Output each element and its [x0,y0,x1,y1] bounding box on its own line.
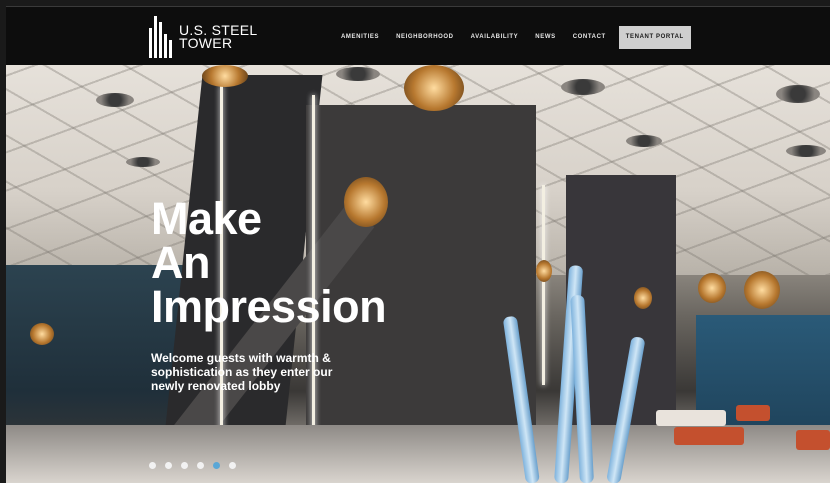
lounge-sofa [674,427,744,445]
site-header: U.S. STEEL TOWER AMENITIES NEIGHBORHOOD … [6,6,830,65]
pendant-lamp [30,323,54,345]
ceiling-fixture [776,85,820,103]
nav-availability[interactable]: AVAILABILITY [471,34,519,40]
pendant-lamp [202,65,248,87]
steel-beams-logo-icon [149,16,173,58]
pendant-lamp [404,65,464,111]
slider-dot-6[interactable] [229,462,236,469]
site-logo[interactable]: U.S. STEEL TOWER [149,16,257,58]
light-strip [542,185,545,385]
slider-dot-3[interactable] [181,462,188,469]
lounge-sofa [656,410,726,426]
ceiling-fixture [626,135,662,147]
ceiling-fixture [786,145,826,157]
ceiling-fixture [336,67,380,81]
slider-dot-4[interactable] [197,462,204,469]
ceiling-fixture [126,157,160,167]
logo-line-2: TOWER [179,35,233,51]
nav-amenities[interactable]: AMENITIES [341,34,379,40]
pendant-lamp [536,260,552,282]
slider-dot-1[interactable] [149,462,156,469]
headline-line-3: Impression [151,281,387,332]
ceiling-fixture [561,79,605,95]
nav-contact[interactable]: CONTACT [573,34,606,40]
tenant-portal-button[interactable]: TENANT PORTAL [618,25,691,49]
pendant-lamp [744,271,780,309]
pendant-lamp [634,287,652,309]
nav-neighborhood[interactable]: NEIGHBORHOOD [396,34,454,40]
slider-dot-5[interactable] [213,462,220,469]
nav-news[interactable]: NEWS [535,34,555,40]
main-nav: AMENITIES NEIGHBORHOOD AVAILABILITY NEWS… [341,25,691,49]
logo-wordmark: U.S. STEEL TOWER [179,23,257,51]
lounge-sofa [736,405,770,421]
headline-line-2: An [151,237,211,288]
headline-line-1: Make [151,193,262,244]
pendant-lamp [698,273,726,303]
ceiling-fixture [96,93,134,107]
hero-subtitle: Welcome guests with warmth & sophisticat… [151,351,333,393]
lounge-sofa [796,430,830,450]
slider-dots [149,462,245,469]
hero-headline: Make An Impression [151,193,387,332]
slider-dot-2[interactable] [165,462,172,469]
hero-lobby-image [6,65,830,483]
